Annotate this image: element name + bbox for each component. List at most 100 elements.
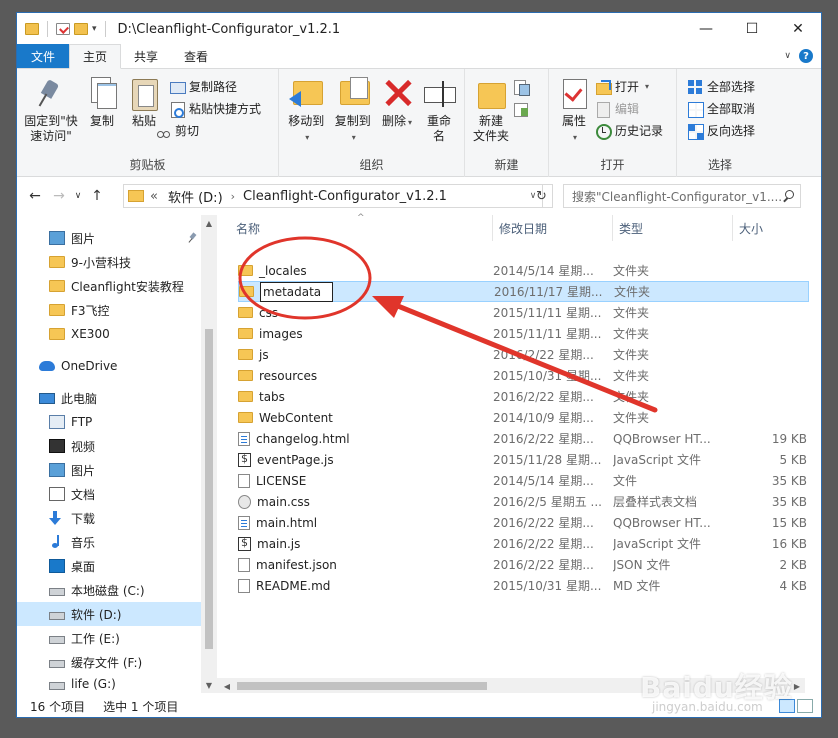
select-none-button[interactable]: 全部取消 xyxy=(687,99,755,118)
nav-item-drive-c[interactable]: 本地磁盘 (C:) xyxy=(17,578,201,602)
copy-to-label: 复制到 ▾ xyxy=(334,114,373,145)
file-row[interactable]: WebContent 2014/10/9 星期... 文件夹 xyxy=(238,407,809,428)
file-row[interactable]: _locales 2014/5/14 星期... 文件夹 xyxy=(238,260,809,281)
file-row[interactable]: changelog.html 2016/2/22 星期... QQBrowser… xyxy=(238,428,809,449)
tab-share[interactable]: 共享 xyxy=(121,44,171,68)
history-button[interactable]: 历史记录 xyxy=(595,121,663,140)
easy-access-button[interactable] xyxy=(513,99,529,118)
nav-scrollbar[interactable]: ▲ ▼ xyxy=(201,215,217,693)
file-row[interactable]: LICENSE 2014/5/14 星期... 文件 35 KB xyxy=(238,470,809,491)
open-label: 打开 xyxy=(615,80,640,94)
select-all-button[interactable]: 全部选择 xyxy=(687,77,755,96)
file-row[interactable]: main.js 2016/2/22 星期... JavaScript 文件 16… xyxy=(238,533,809,554)
breadcrumb-folder[interactable]: Cleanflight-Configurator_v1.2.1 xyxy=(243,189,447,204)
file-type: 层叠样式表文档 xyxy=(613,495,698,509)
file-row[interactable]: js 2016/2/22 星期... 文件夹 xyxy=(238,344,809,365)
paste-shortcut-button[interactable]: 粘贴快捷方式 xyxy=(169,99,261,118)
file-row[interactable]: eventPage.js 2015/11/28 星期... JavaScript… xyxy=(238,449,809,470)
file-type: QQBrowser HT... xyxy=(613,431,711,446)
up-button[interactable]: ↑ xyxy=(85,184,109,208)
address-bar[interactable]: « 软件 (D:) › Cleanflight-Configurator_v1.… xyxy=(123,184,543,208)
breadcrumb-separator-icon[interactable]: › xyxy=(231,190,235,203)
new-item-icon xyxy=(513,79,531,96)
file-row-selected[interactable]: metadata 2016/11/17 星期... 文件夹 xyxy=(238,281,809,302)
nav-item-label: F3飞控 xyxy=(71,303,110,318)
scroll-thumb[interactable] xyxy=(205,329,213,649)
html-file-icon xyxy=(238,431,250,446)
nav-item-xe300[interactable]: XE300 xyxy=(17,322,201,346)
large-icons-view-icon[interactable] xyxy=(797,699,813,713)
scroll-up-icon[interactable]: ▲ xyxy=(201,215,217,231)
tab-home[interactable]: 主页 xyxy=(69,44,122,69)
nav-item-pictures[interactable]: 图片 xyxy=(17,458,201,482)
open-button[interactable]: 打开 ▾ xyxy=(595,77,663,96)
minimize-button[interactable]: — xyxy=(683,13,729,45)
nav-item-onedrive[interactable]: OneDrive xyxy=(17,354,201,378)
edit-button[interactable]: 编辑 xyxy=(595,99,663,118)
cut-button[interactable]: 剪切 xyxy=(155,121,261,140)
nav-item-desktop[interactable]: 桌面 xyxy=(17,554,201,578)
refresh-button[interactable]: ↻ xyxy=(531,184,553,208)
file-name: WebContent xyxy=(259,410,333,425)
video-icon xyxy=(49,439,65,453)
nav-item-this-pc[interactable]: 此电脑 xyxy=(17,386,201,410)
search-input[interactable]: 搜索"Cleanflight-Configurator_v1.... xyxy=(563,184,801,208)
nav-item-drive-f[interactable]: 缓存文件 (F:) xyxy=(17,650,201,674)
recent-locations-button[interactable]: ∨ xyxy=(71,184,85,208)
file-row[interactable]: main.css 2016/2/5 星期五 ... 层叠样式表文档 35 KB xyxy=(238,491,809,512)
nav-item-cleanflight-tutorial[interactable]: Cleanflight安装教程 xyxy=(17,274,201,298)
tab-file[interactable]: 文件 xyxy=(17,44,70,68)
file-row[interactable]: main.html 2016/2/22 星期... QQBrowser HT..… xyxy=(238,512,809,533)
help-icon[interactable]: ? xyxy=(799,49,813,63)
rename-input[interactable]: metadata xyxy=(260,281,333,302)
nav-item-documents[interactable]: 文档 xyxy=(17,482,201,506)
nav-item-drive-e[interactable]: 工作 (E:) xyxy=(17,626,201,650)
file-row[interactable]: resources 2015/10/31 星期... 文件夹 xyxy=(238,365,809,386)
folder-icon xyxy=(238,370,253,381)
file-date: 2016/11/17 星期... xyxy=(494,285,603,299)
file-name-cell: css xyxy=(238,306,493,320)
nav-item-downloads[interactable]: 下载 xyxy=(17,506,201,530)
new-folder-quick-icon[interactable] xyxy=(74,23,88,35)
file-row[interactable]: tabs 2016/2/22 星期... 文件夹 xyxy=(238,386,809,407)
column-header-size[interactable]: 大小 xyxy=(733,215,807,241)
nav-item-videos[interactable]: 视频 xyxy=(17,434,201,458)
copy-path-button[interactable]: 复制路径 xyxy=(169,77,261,96)
title-bar: ▾ D:\Cleanflight-Configurator_v1.2.1 — ☐… xyxy=(17,13,821,45)
column-header-type[interactable]: 类型 xyxy=(613,215,733,241)
new-item-button[interactable] xyxy=(513,77,531,96)
invert-selection-button[interactable]: 反向选择 xyxy=(687,121,755,140)
scroll-thumb[interactable] xyxy=(237,682,487,690)
open-group-label: 打开 xyxy=(600,158,625,172)
chevron-down-icon[interactable]: ▾ xyxy=(92,24,97,34)
nav-item-f3[interactable]: F3飞控 xyxy=(17,298,201,322)
column-header-date[interactable]: 修改日期 xyxy=(493,215,613,241)
rename-icon xyxy=(422,75,456,111)
back-button[interactable]: ← xyxy=(23,184,47,208)
expand-ribbon-icon[interactable]: ∨ xyxy=(784,51,791,61)
pin-icon xyxy=(34,75,68,111)
properties-quick-icon[interactable] xyxy=(56,23,70,35)
nav-item-music[interactable]: 音乐 xyxy=(17,530,201,554)
nav-item-drive-g[interactable]: life (G:) xyxy=(17,674,201,694)
nav-item-drive-d[interactable]: 软件 (D:) xyxy=(17,602,201,626)
nav-item-xiaoying[interactable]: 9-小营科技 xyxy=(17,250,201,274)
scroll-down-icon[interactable]: ▼ xyxy=(201,677,217,693)
file-row[interactable]: manifest.json 2016/2/22 星期... JSON 文件 2 … xyxy=(238,554,809,575)
delete-icon xyxy=(380,75,414,111)
breadcrumb-drive[interactable]: 软件 (D:) xyxy=(168,187,223,206)
nav-item-ftp[interactable]: FTP xyxy=(17,410,201,434)
forward-button[interactable]: → xyxy=(47,184,71,208)
close-button[interactable]: ✕ xyxy=(775,13,821,45)
scroll-left-icon[interactable]: ◀ xyxy=(219,678,235,694)
file-name: main.css xyxy=(257,494,310,509)
file-row[interactable]: css 2015/11/11 星期... 文件夹 xyxy=(238,302,809,323)
nav-item-pictures-quick[interactable]: 图片 xyxy=(17,226,201,250)
file-row[interactable]: README.md 2015/10/31 星期... MD 文件 4 KB xyxy=(238,575,809,596)
file-row[interactable]: images 2015/11/11 星期... 文件夹 xyxy=(238,323,809,344)
tab-view[interactable]: 查看 xyxy=(171,44,221,68)
copy-label: 复制 xyxy=(89,114,114,128)
column-header-name[interactable]: 名称 ^ xyxy=(217,213,493,241)
breadcrumb-overflow[interactable]: « xyxy=(150,189,158,204)
maximize-button[interactable]: ☐ xyxy=(729,13,775,45)
